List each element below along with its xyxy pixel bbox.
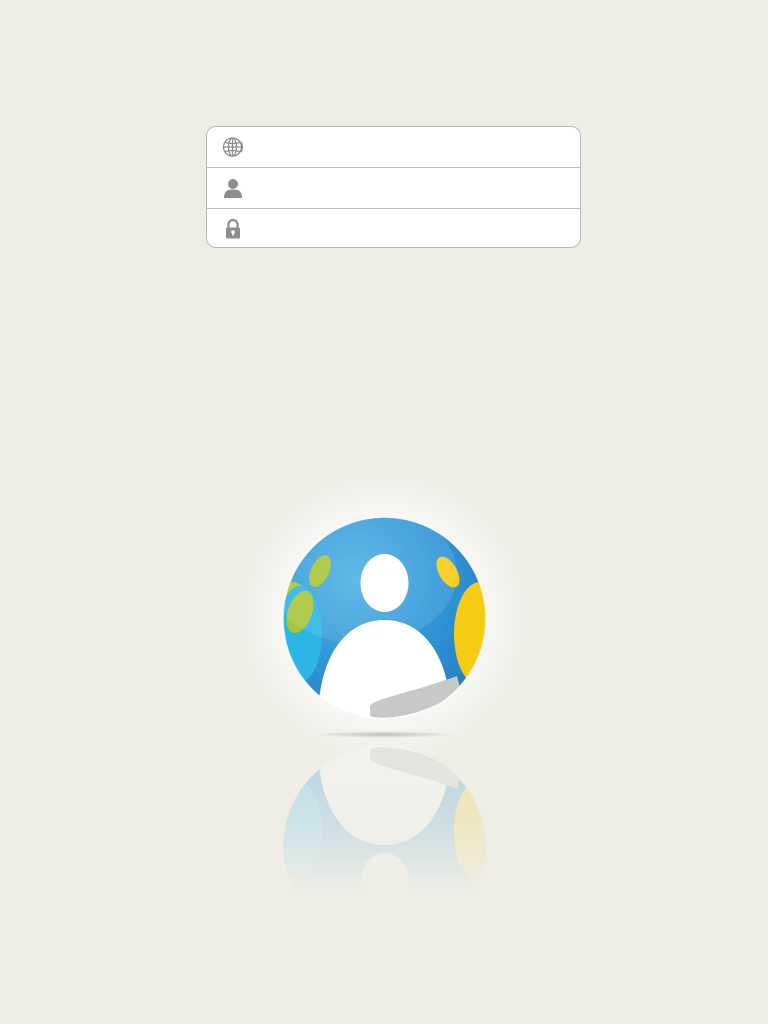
globe-icon: [222, 136, 244, 158]
server-row: [207, 127, 580, 168]
password-input[interactable]: [254, 210, 570, 247]
username-input[interactable]: [254, 169, 570, 207]
username-row: [207, 168, 580, 209]
password-row: [207, 209, 580, 247]
user-icon: [222, 177, 244, 199]
login-form: [206, 126, 581, 248]
lock-icon: [222, 218, 244, 240]
logo-reflection: [282, 744, 487, 949]
server-input[interactable]: [254, 128, 570, 166]
people-globe-logo: [282, 516, 487, 721]
logo-shadow: [314, 731, 454, 738]
